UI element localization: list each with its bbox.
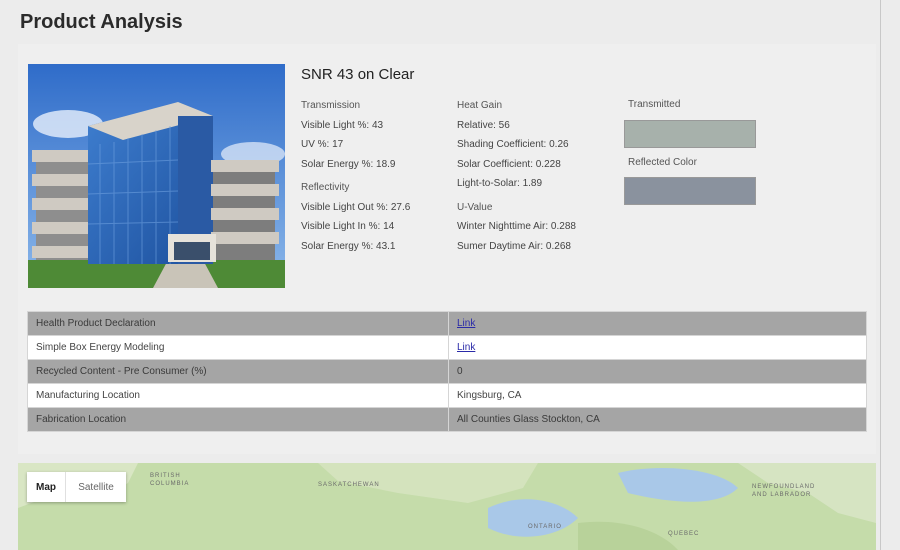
map-label: AND LABRADOR [752,492,812,498]
transmitted-color-swatch [624,120,756,148]
reflectivity-solar-energy: Solar Energy %: 43.1 [301,240,396,252]
page-title: Product Analysis [20,11,183,33]
table-row: Fabrication Location All Counties Glass … [27,407,867,432]
health-product-declaration-link[interactable]: Link [457,318,475,329]
reflected-color-label: Reflected Color [628,157,697,168]
table-row: Recycled Content - Pre Consumer (%) 0 [27,359,867,384]
table-cell-value: All Counties Glass Stockton, CA [448,407,867,432]
map-type-map-button[interactable]: Map [27,472,66,502]
table-cell-value: Link [448,335,867,360]
transmission-heading: Transmission [301,100,361,111]
reflectivity-visible-light-in: Visible Light In %: 14 [301,221,395,232]
heat-gain-relative: Relative: 56 [457,119,510,131]
u-value-winter: Winter Nighttime Air: 0.288 [457,221,576,232]
table-cell-value: 0 [448,359,867,384]
heat-gain-solar-coefficient: Solar Coefficient: 0.228 [457,158,561,170]
product-name: SNR 43 on Clear [301,66,415,83]
energy-modeling-link[interactable]: Link [457,342,475,353]
frame-border [880,0,881,550]
map-type-satellite-button[interactable]: Satellite [66,472,126,502]
table-row: Simple Box Energy Modeling Link [27,335,867,360]
table-cell-label: Simple Box Energy Modeling [27,335,449,360]
table-cell-label: Fabrication Location [27,407,449,432]
map-label: COLUMBIA [150,481,190,487]
product-image [28,64,285,288]
heat-gain-uvalue-column: Heat Gain Relative: 56 Shading Coefficie… [457,96,576,256]
product-details-table: Health Product Declaration Link Simple B… [27,311,867,432]
transmission-visible-light: Visible Light %: 43 [301,119,384,131]
map-label: NEWFOUNDLAND [752,484,816,490]
map-type-control: Map Satellite [27,472,126,502]
table-row: Manufacturing Location Kingsburg, CA [27,383,867,408]
heat-gain-heading: Heat Gain [457,100,503,111]
map-label: QUEBEC [668,531,700,537]
transmission-reflectivity-column: Transmission Visible Light %: 43 UV %: 1… [301,96,410,256]
map-label: ONTARIO [528,524,562,530]
u-value-heading: U-Value [457,201,493,213]
heat-gain-shading-coefficient: Shading Coefficient: 0.26 [457,139,569,150]
map-label: BRITISH [150,473,181,479]
table-cell-label: Health Product Declaration [27,311,449,336]
table-cell-value: Kingsburg, CA [448,383,867,408]
u-value-summer: Sumer Daytime Air: 0.268 [457,240,571,252]
location-map[interactable] [18,463,876,550]
transmission-uv: UV %: 17 [301,139,344,150]
transmission-solar-energy: Solar Energy %: 18.9 [301,158,396,170]
reflectivity-visible-light-out: Visible Light Out %: 27.6 [301,201,411,213]
map-label: SASKATCHEWAN [318,482,380,488]
table-cell-value: Link [448,311,867,336]
heat-gain-light-to-solar: Light-to-Solar: 1.89 [457,178,543,189]
table-cell-label: Recycled Content - Pre Consumer (%) [27,359,449,384]
table-row: Health Product Declaration Link [27,311,867,336]
table-cell-label: Manufacturing Location [27,383,449,408]
reflectivity-heading: Reflectivity [301,182,350,193]
transmitted-label: Transmitted [628,99,681,110]
reflected-color-swatch [624,177,756,205]
